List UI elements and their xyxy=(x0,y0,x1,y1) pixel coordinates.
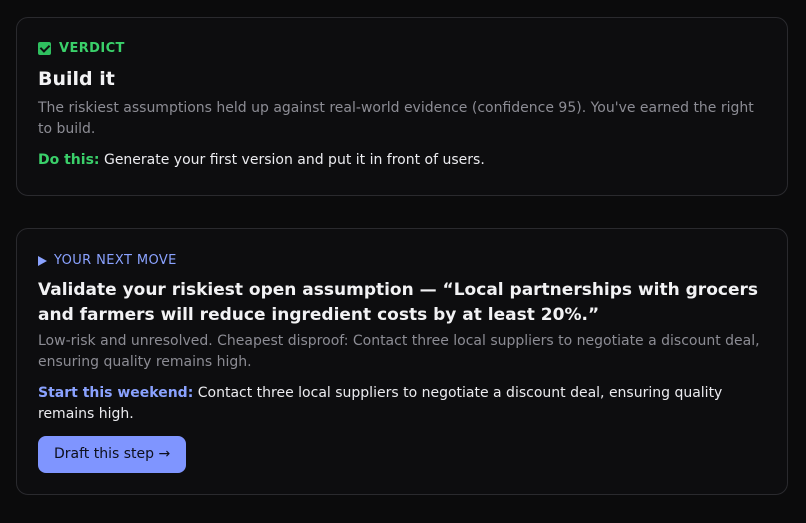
next-move-eyebrow-label: YOUR NEXT MOVE xyxy=(54,253,177,268)
play-icon xyxy=(38,255,47,266)
verdict-action-lead: Do this: xyxy=(38,152,100,168)
next-move-description: Low-risk and unresolved. Cheapest dispro… xyxy=(38,333,760,370)
next-move-card: YOUR NEXT MOVE Validate your riskiest op… xyxy=(16,228,788,495)
next-move-action: Start this weekend: Contact three local … xyxy=(38,383,766,425)
verdict-eyebrow-label: VERDICT xyxy=(59,41,125,56)
next-move-eyebrow: YOUR NEXT MOVE xyxy=(38,253,766,268)
draft-step-button[interactable]: Draft this step → xyxy=(38,436,187,473)
verdict-title: Build it xyxy=(38,68,115,90)
check-box-icon xyxy=(38,42,51,55)
verdict-card: VERDICT Build it The riskiest assumption… xyxy=(16,17,788,196)
verdict-description: The riskiest assumptions held up against… xyxy=(38,100,754,137)
verdict-action-text: Generate your first version and put it i… xyxy=(99,152,485,168)
next-move-action-lead: Start this weekend: xyxy=(38,385,194,401)
next-move-title: Validate your riskiest open assumption —… xyxy=(38,280,758,325)
verdict-eyebrow: VERDICT xyxy=(38,41,766,56)
verdict-action: Do this: Generate your first version and… xyxy=(38,150,766,171)
